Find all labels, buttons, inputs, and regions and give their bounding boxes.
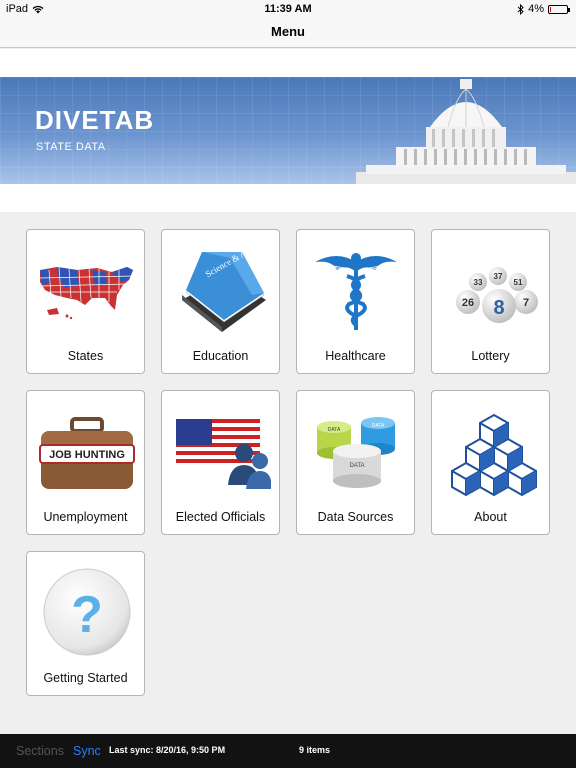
status-time: 11:39 AM bbox=[264, 3, 312, 15]
tile-label: About bbox=[474, 510, 507, 524]
tile-lottery[interactable]: 33 37 51 26 8 7 Lottery bbox=[431, 229, 550, 374]
svg-text:?: ? bbox=[71, 586, 103, 644]
capitol-dome-icon bbox=[356, 79, 576, 184]
last-sync-label: Last sync: 8/20/16, 9:50 PM bbox=[109, 745, 226, 755]
battery-icon bbox=[548, 4, 570, 14]
tile-unemployment[interactable]: JOB HUNTING Unemployment bbox=[26, 390, 145, 535]
tile-label: Lottery bbox=[471, 349, 510, 363]
tile-label: States bbox=[67, 349, 104, 363]
item-count-label: 9 items bbox=[299, 745, 331, 755]
tile-about[interactable]: About bbox=[431, 390, 550, 535]
briefcase-label-text: JOB HUNTING bbox=[49, 449, 125, 461]
tile-label: Elected Officials bbox=[175, 510, 266, 524]
tile-label: Healthcare bbox=[325, 349, 386, 363]
tile-data-sources[interactable]: DATA DATA DATA Data Sources bbox=[296, 390, 415, 535]
tile-label: Unemployment bbox=[43, 510, 128, 524]
question-icon: ? bbox=[43, 568, 131, 656]
flag-officials-icon bbox=[176, 419, 271, 489]
status-bar: iPad 11:39 AM 4% bbox=[0, 0, 576, 20]
page-title: Menu bbox=[271, 24, 305, 39]
svg-text:8: 8 bbox=[493, 297, 504, 319]
tile-getting-started[interactable]: ? Getting Started bbox=[26, 551, 145, 696]
lottery-balls-icon: 33 37 51 26 8 7 bbox=[456, 267, 538, 323]
tile-healthcare[interactable]: Healthcare bbox=[296, 229, 415, 374]
header-banner: DIVETAB STATE DATA bbox=[0, 77, 576, 184]
book-icon: Science & Art bbox=[182, 245, 266, 332]
svg-text:37: 37 bbox=[494, 272, 503, 281]
bluetooth-icon bbox=[517, 3, 524, 15]
app-brand-title: DIVETAB bbox=[35, 105, 155, 135]
caduceus-icon bbox=[315, 253, 397, 330]
tile-label: Education bbox=[192, 349, 249, 363]
data-cylinders-icon: DATA DATA DATA bbox=[317, 417, 395, 488]
spacer-top bbox=[0, 49, 576, 77]
us-map-icon bbox=[39, 266, 134, 320]
app-brand-subtitle: STATE DATA bbox=[36, 141, 106, 153]
svg-text:DATA: DATA bbox=[372, 423, 385, 429]
cubes-icon bbox=[451, 413, 537, 496]
tile-states[interactable]: States bbox=[26, 229, 145, 374]
svg-text:DATA: DATA bbox=[328, 427, 341, 433]
bottom-toolbar: Sections Sync Last sync: 8/20/16, 9:50 P… bbox=[0, 734, 576, 768]
tile-elected-officials[interactable]: Elected Officials bbox=[161, 390, 280, 535]
svg-text:7: 7 bbox=[523, 297, 529, 309]
spacer-bottom bbox=[0, 184, 576, 212]
svg-text:26: 26 bbox=[462, 297, 474, 309]
tile-label: Getting Started bbox=[43, 671, 128, 685]
svg-text:DATA: DATA bbox=[349, 463, 364, 469]
sections-button[interactable]: Sections bbox=[16, 744, 64, 758]
sync-button[interactable]: Sync bbox=[73, 744, 101, 758]
battery-percent: 4% bbox=[528, 3, 544, 15]
tile-education[interactable]: Science & Art Education bbox=[161, 229, 280, 374]
svg-text:33: 33 bbox=[474, 278, 483, 287]
navigation-bar: Menu bbox=[0, 20, 576, 48]
job-hunting-briefcase-icon: JOB HUNTING bbox=[39, 417, 135, 489]
tile-label: Data Sources bbox=[317, 510, 394, 524]
svg-text:51: 51 bbox=[514, 278, 523, 287]
